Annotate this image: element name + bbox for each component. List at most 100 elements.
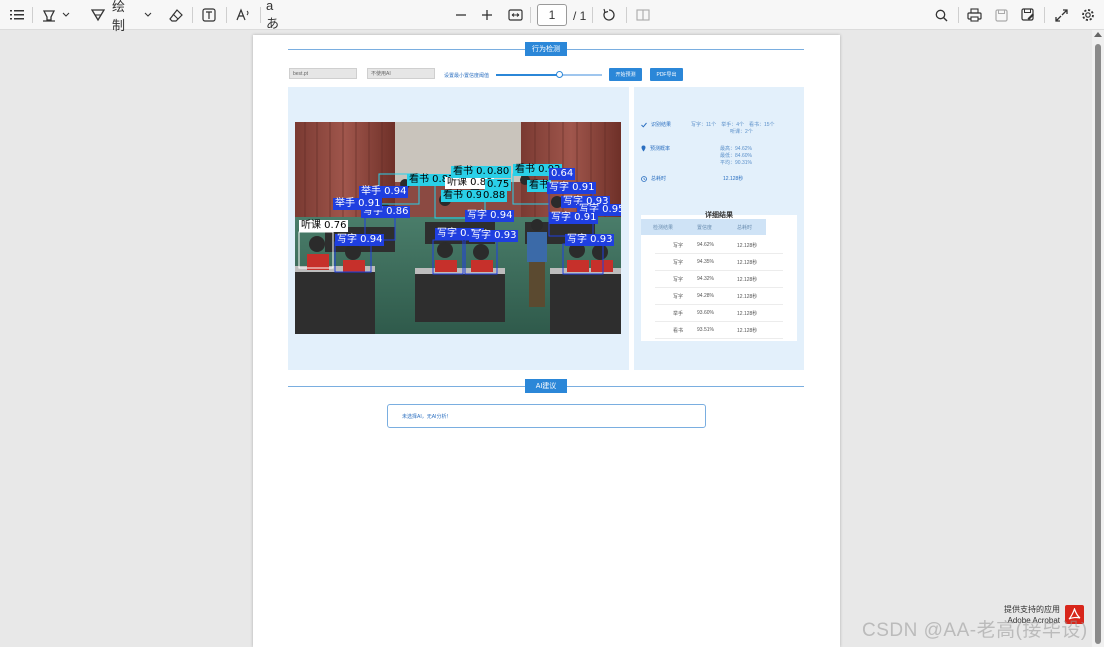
page-total: / 1 <box>573 9 587 23</box>
toolbar-separator <box>32 7 33 23</box>
csdn-watermark: CSDN @AA-老高(接毕设) <box>862 620 1088 641</box>
toolbar-separator <box>592 7 593 23</box>
table-row: 写字 94.35% 12.128秒 <box>655 254 783 271</box>
probability-max: 最高：94.62% <box>720 146 752 152</box>
rotate-icon[interactable] <box>600 3 618 27</box>
detection-image: 听课 0.76 写字 0.94 写字 0.86 举手 0.91 举手 0.94 看书 0.… <box>295 122 621 334</box>
probability-row: 预测概率 <box>641 145 670 152</box>
header-result: 检测结果 <box>653 224 674 231</box>
toolbar-separator <box>260 7 261 23</box>
image-panel: 听课 0.76 写字 0.94 写字 0.86 举手 0.91 举手 0.94 看书 0.… <box>288 87 629 370</box>
header-confidence: 置信度 <box>697 224 713 231</box>
cell-confidence: 94.62% <box>697 242 714 248</box>
print-icon[interactable] <box>965 3 983 27</box>
toolbar-separator <box>530 7 531 23</box>
pdf-export-button[interactable]: PDF导出 <box>650 68 683 81</box>
page-number-input[interactable]: 1 <box>537 4 567 26</box>
section-title-ai: AI建议 <box>525 379 567 393</box>
start-predict-button[interactable]: 开始预测 <box>609 68 642 81</box>
scrollbar-thumb[interactable] <box>1095 44 1101 644</box>
chevron-down-icon[interactable] <box>61 3 71 27</box>
threshold-slider[interactable] <box>496 71 602 79</box>
detection-label: 写字 0.93 <box>469 230 519 242</box>
section-title-detection: 行为检测 <box>525 42 567 56</box>
detection-label: 写字 0.91 <box>547 182 597 194</box>
model-select[interactable]: best.pt <box>289 68 357 79</box>
toolbar-separator <box>192 7 193 23</box>
detection-label: 举手 0.94 <box>359 186 409 198</box>
threshold-label: 设置最小置信度阈值 <box>444 73 490 79</box>
zoom-out-icon[interactable] <box>453 3 469 27</box>
result-value: 写字：11个 举手：4个 看书：15个 听课：2个 <box>691 122 801 136</box>
cell-result: 写字 <box>673 242 684 249</box>
time-label: 总耗时 <box>651 176 667 182</box>
eraser-icon[interactable] <box>167 3 185 27</box>
toolbar-separator <box>226 7 227 23</box>
check-icon <box>641 122 647 128</box>
cell-time: 12.128秒 <box>737 259 758 266</box>
expand-icon[interactable] <box>1052 3 1070 27</box>
detection-label: 0.64 <box>549 168 576 180</box>
pdf-page: 行为检测 best.pt 不使用AI 设置最小置信度阈值 开始预测 PDF导出 <box>253 35 840 647</box>
cell-result: 写字 <box>673 259 684 266</box>
ai-suggestion-box: 未选择AI，无AI分析！ <box>387 404 706 428</box>
read-aloud-icon[interactable] <box>234 3 252 27</box>
pdf-toolbar: 绘制 aあ 1 / 1 <box>0 0 1104 33</box>
cell-result: 看书 <box>673 327 684 334</box>
probability-avg: 平均：90.31% <box>720 160 752 166</box>
zoom-in-icon[interactable] <box>479 3 495 27</box>
save-as-icon[interactable] <box>1019 3 1037 27</box>
toolbar-separator <box>626 7 627 23</box>
probability-label: 预测概率 <box>650 146 671 152</box>
text-box-icon[interactable] <box>200 3 218 27</box>
table-of-contents-icon[interactable] <box>8 3 26 27</box>
cell-time: 12.128秒 <box>737 310 758 317</box>
result-value-line2: 听课：2个 <box>730 129 753 135</box>
cell-time: 12.128秒 <box>737 276 758 283</box>
scroll-up-icon[interactable] <box>1094 32 1102 37</box>
clock-icon <box>641 175 647 182</box>
save-icon[interactable] <box>992 3 1010 27</box>
vertical-scrollbar[interactable] <box>1092 30 1104 647</box>
result-value-line1: 写字：11个 举手：4个 看书：15个 <box>691 122 775 128</box>
cell-result: 写字 <box>673 276 684 283</box>
result-label: 识别结果 <box>651 122 672 128</box>
detection-label: 写字 0.91 <box>549 212 599 224</box>
gear-icon[interactable] <box>1079 3 1097 27</box>
cell-result: 写字 <box>673 293 684 300</box>
table-row: 写字 94.28% 12.128秒 <box>655 288 783 305</box>
cell-result: 举手 <box>673 310 684 317</box>
cell-time: 12.128秒 <box>737 327 758 334</box>
result-row: 识别结果 <box>641 121 671 128</box>
cell-confidence: 94.32% <box>697 276 714 282</box>
detection-label: 写字 0.94 <box>335 234 385 246</box>
slider-knob[interactable] <box>556 71 564 78</box>
table-row: 举手 93.60% 12.128秒 <box>655 305 783 322</box>
detection-label: 写字 0.93 <box>565 234 615 246</box>
highlight-icon[interactable] <box>40 3 58 27</box>
time-value: 12.128秒 <box>723 176 744 182</box>
fit-width-icon[interactable] <box>506 3 524 27</box>
detail-table: 详细结果 检测结果 置信度 总耗时 写字 94.62% 12.128秒 写字 94.35… <box>641 212 797 341</box>
table-header: 检测结果 置信度 总耗时 <box>641 219 766 235</box>
probability-min: 最低：84.60% <box>720 153 752 159</box>
detection-label: 0.88 <box>481 190 508 202</box>
two-page-icon[interactable] <box>634 3 652 27</box>
draw-button[interactable]: 绘制 <box>112 0 136 33</box>
table-row: 看书 93.51% 12.128秒 <box>655 322 783 339</box>
translate-icon[interactable]: aあ <box>266 0 286 31</box>
search-icon[interactable] <box>932 3 950 27</box>
table-row: 写字 94.32% 12.128秒 <box>655 271 783 288</box>
cell-confidence: 94.28% <box>697 293 714 299</box>
cell-confidence: 94.35% <box>697 259 714 265</box>
detection-label: 0.80 <box>485 166 512 178</box>
location-pin-icon <box>641 145 646 152</box>
acrobat-line1: 提供支持的应用 <box>1004 605 1060 614</box>
time-row: 总耗时 <box>641 175 666 182</box>
cell-time: 12.128秒 <box>737 242 758 249</box>
probability-values: 最高：94.62% 最低：84.60% 平均：90.31% <box>720 146 752 167</box>
draw-icon[interactable] <box>90 3 106 27</box>
detection-label: 写字 0.94 <box>465 210 515 222</box>
ai-select[interactable]: 不使用AI <box>367 68 435 79</box>
chevron-down-icon[interactable] <box>143 3 153 27</box>
